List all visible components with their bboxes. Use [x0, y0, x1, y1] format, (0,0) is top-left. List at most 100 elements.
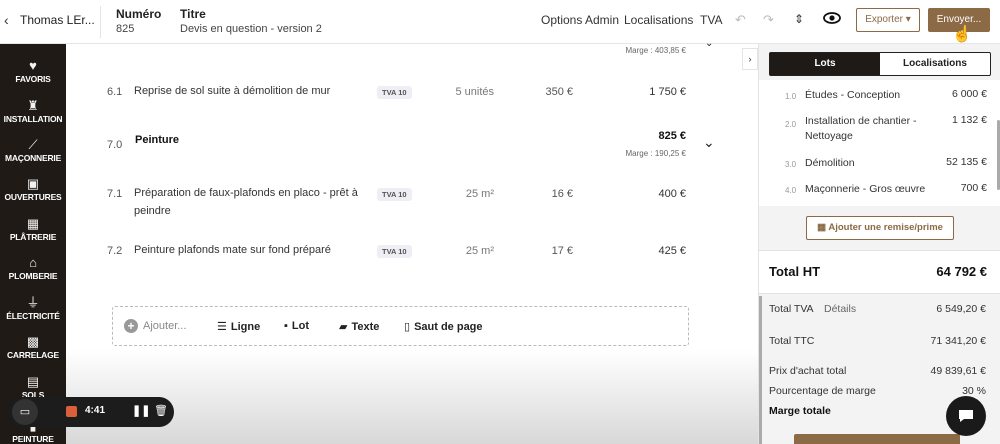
recording-time: 4:41 [85, 405, 106, 416]
sidebar-item-label: PLÂTRERIE [9, 232, 57, 242]
add-line-label: Ligne [230, 321, 261, 333]
section-number: 7.0 [107, 139, 123, 151]
lots-list: 1.0 Études - Conception 6 000 € 2.0 Inst… [759, 80, 1000, 206]
row-quantity[interactable]: 25 m² [434, 188, 494, 200]
numero-label: Numéro [116, 7, 162, 21]
add-discount-button[interactable]: ▦ Ajouter une remise/prime [806, 216, 954, 240]
total-margin-label: Marge totale [769, 405, 831, 417]
row-description[interactable]: Peinture plafonds mate sur fond préparé [134, 241, 364, 259]
tva-badge[interactable]: TVA 10 [377, 188, 412, 201]
row-total: 1 750 € [649, 86, 686, 98]
tab-localisations[interactable]: Localisations [880, 53, 990, 75]
row-quantity[interactable]: 25 m² [434, 245, 494, 257]
add-text-button[interactable]: ▰ Texte [339, 320, 379, 333]
row-unit-price[interactable]: 350 € [523, 86, 573, 98]
sidebar-item-label: MAÇONNERIE [4, 153, 62, 163]
chevron-down-icon[interactable]: ⌄ [703, 134, 715, 151]
eye-icon[interactable] [823, 9, 841, 30]
chevron-right-icon[interactable]: › [742, 48, 758, 70]
lot-name[interactable]: Démolition [805, 156, 855, 171]
total-ttc-label: Total TTC [769, 335, 815, 347]
nav-options[interactable]: Options [541, 13, 582, 27]
sidebar-item-platrerie[interactable]: ▦ PLÂTRERIE [0, 216, 66, 242]
total-tva-label: Total TVA [769, 303, 814, 315]
nav-admin[interactable]: Admin [585, 13, 619, 27]
plumbing-icon: ⌂ [29, 255, 37, 270]
row-total: 400 € [658, 188, 686, 200]
row-number: 7.1 [107, 188, 123, 200]
purchase-total-label: Prix d'achat total [769, 365, 847, 377]
total-ht-label: Total HT [769, 264, 821, 279]
chevron-down-icon[interactable]: ⌄ [705, 38, 713, 49]
lot-number: 4.0 [785, 186, 797, 195]
sidebar-item-label: FAVORIS [15, 74, 51, 84]
lot-name[interactable]: Maçonnerie - Gros œuvre [805, 182, 925, 197]
margin-percent-label: Pourcentage de marge [769, 385, 876, 397]
plus-icon[interactable]: + [124, 319, 138, 333]
expand-collapse-icon[interactable]: ⇕ [794, 12, 804, 26]
sidebar-item-favoris[interactable]: ♥ FAVORIS [0, 58, 66, 84]
camera-icon[interactable]: ▭ [12, 399, 38, 425]
sidebar-item-label: ÉLECTRICITÉ [6, 311, 60, 321]
export-button[interactable]: Exporter ▾ [856, 8, 920, 32]
summary-scrollbar[interactable] [759, 296, 762, 444]
add-lot-button[interactable]: ▪ Lot [284, 320, 309, 332]
sidebar-item-plomberie[interactable]: ⌂ PLOMBERIE [0, 255, 66, 281]
row-unit-price[interactable]: 16 € [523, 188, 573, 200]
lot-name[interactable]: Études - Conception [805, 88, 900, 103]
lot-name[interactable]: Installation de chantier - Nettoyage [805, 114, 935, 144]
comment-icon: ▰ [339, 321, 348, 333]
sidebar-item-electricite[interactable]: ⏚ ÉLECTRICITÉ [0, 295, 66, 321]
plaster-icon: ▦ [26, 216, 40, 231]
undo-icon[interactable]: ↶ [735, 12, 746, 28]
total-tva-value: 6 549,20 € [936, 303, 986, 315]
tab-lots[interactable]: Lots [770, 53, 880, 75]
row-description[interactable]: Préparation de faux-plafonds en placo - … [134, 184, 364, 220]
row-number: 6.1 [107, 86, 123, 98]
back-arrow-icon[interactable]: ‹ [4, 12, 9, 28]
lot-number: 1.0 [785, 92, 797, 101]
section-title[interactable]: Peinture [135, 131, 179, 149]
sidebar-item-maconnerie[interactable]: ⟋ MAÇONNERIE [0, 137, 66, 163]
sidebar-item-installation[interactable]: ♜ INSTALLATION [0, 98, 66, 124]
client-name[interactable]: Thomas LEr... [20, 13, 95, 27]
chat-icon[interactable] [946, 396, 986, 436]
redo-icon[interactable]: ↷ [763, 12, 774, 28]
pause-icon[interactable]: ❚❚ [132, 404, 150, 417]
stop-recording-icon[interactable] [66, 406, 77, 417]
trash-icon[interactable]: 🗑 [154, 404, 168, 417]
panel-tabs: Lots Localisations [769, 52, 991, 76]
add-line-button[interactable]: ☰ Ligne [217, 320, 260, 333]
tile-icon: ▩ [26, 334, 40, 349]
add-input[interactable]: Ajouter... [143, 320, 186, 332]
door-icon: ▣ [26, 176, 40, 191]
add-text-label: Texte [351, 321, 380, 333]
sidebar-item-carrelage[interactable]: ▩ CARRELAGE [0, 334, 66, 360]
tva-badge[interactable]: TVA 10 [377, 245, 412, 258]
details-link[interactable]: Détails [824, 303, 856, 315]
lot-amount: 700 € [960, 182, 987, 194]
tva-badge[interactable]: TVA 10 [377, 86, 412, 99]
add-discount-label: Ajouter une remise/prime [828, 222, 943, 233]
row-description[interactable]: Reprise de sol suite à démolition de mur [134, 82, 364, 100]
sidebar-item-ouvertures[interactable]: ▣ OUVERTURES [0, 176, 66, 202]
lot-number: 2.0 [785, 120, 797, 129]
nav-localisations[interactable]: Localisations [624, 13, 693, 27]
row-unit-price[interactable]: 17 € [523, 245, 573, 257]
primary-action-button[interactable] [794, 434, 960, 444]
sidebar-item-label: PLOMBERIE [8, 271, 58, 281]
row-quantity[interactable]: 5 unités [434, 86, 494, 98]
chevron-down-icon: ▾ [905, 14, 911, 25]
numero-value: 825 [116, 23, 135, 35]
titre-value[interactable]: Devis en question - version 2 [180, 23, 322, 35]
bottom-fade-overlay [66, 350, 758, 444]
lot-icon: ▪ [284, 320, 288, 332]
row-total: 425 € [658, 245, 686, 257]
add-page-break-button[interactable]: ▯ Saut de page [404, 320, 483, 333]
nav-tva[interactable]: TVA [700, 13, 722, 27]
divider [100, 6, 101, 38]
lot-number: 3.0 [785, 160, 797, 169]
add-lot-label: Lot [291, 320, 310, 332]
lot-amount: 6 000 € [951, 88, 987, 100]
heart-icon: ♥ [29, 58, 37, 73]
